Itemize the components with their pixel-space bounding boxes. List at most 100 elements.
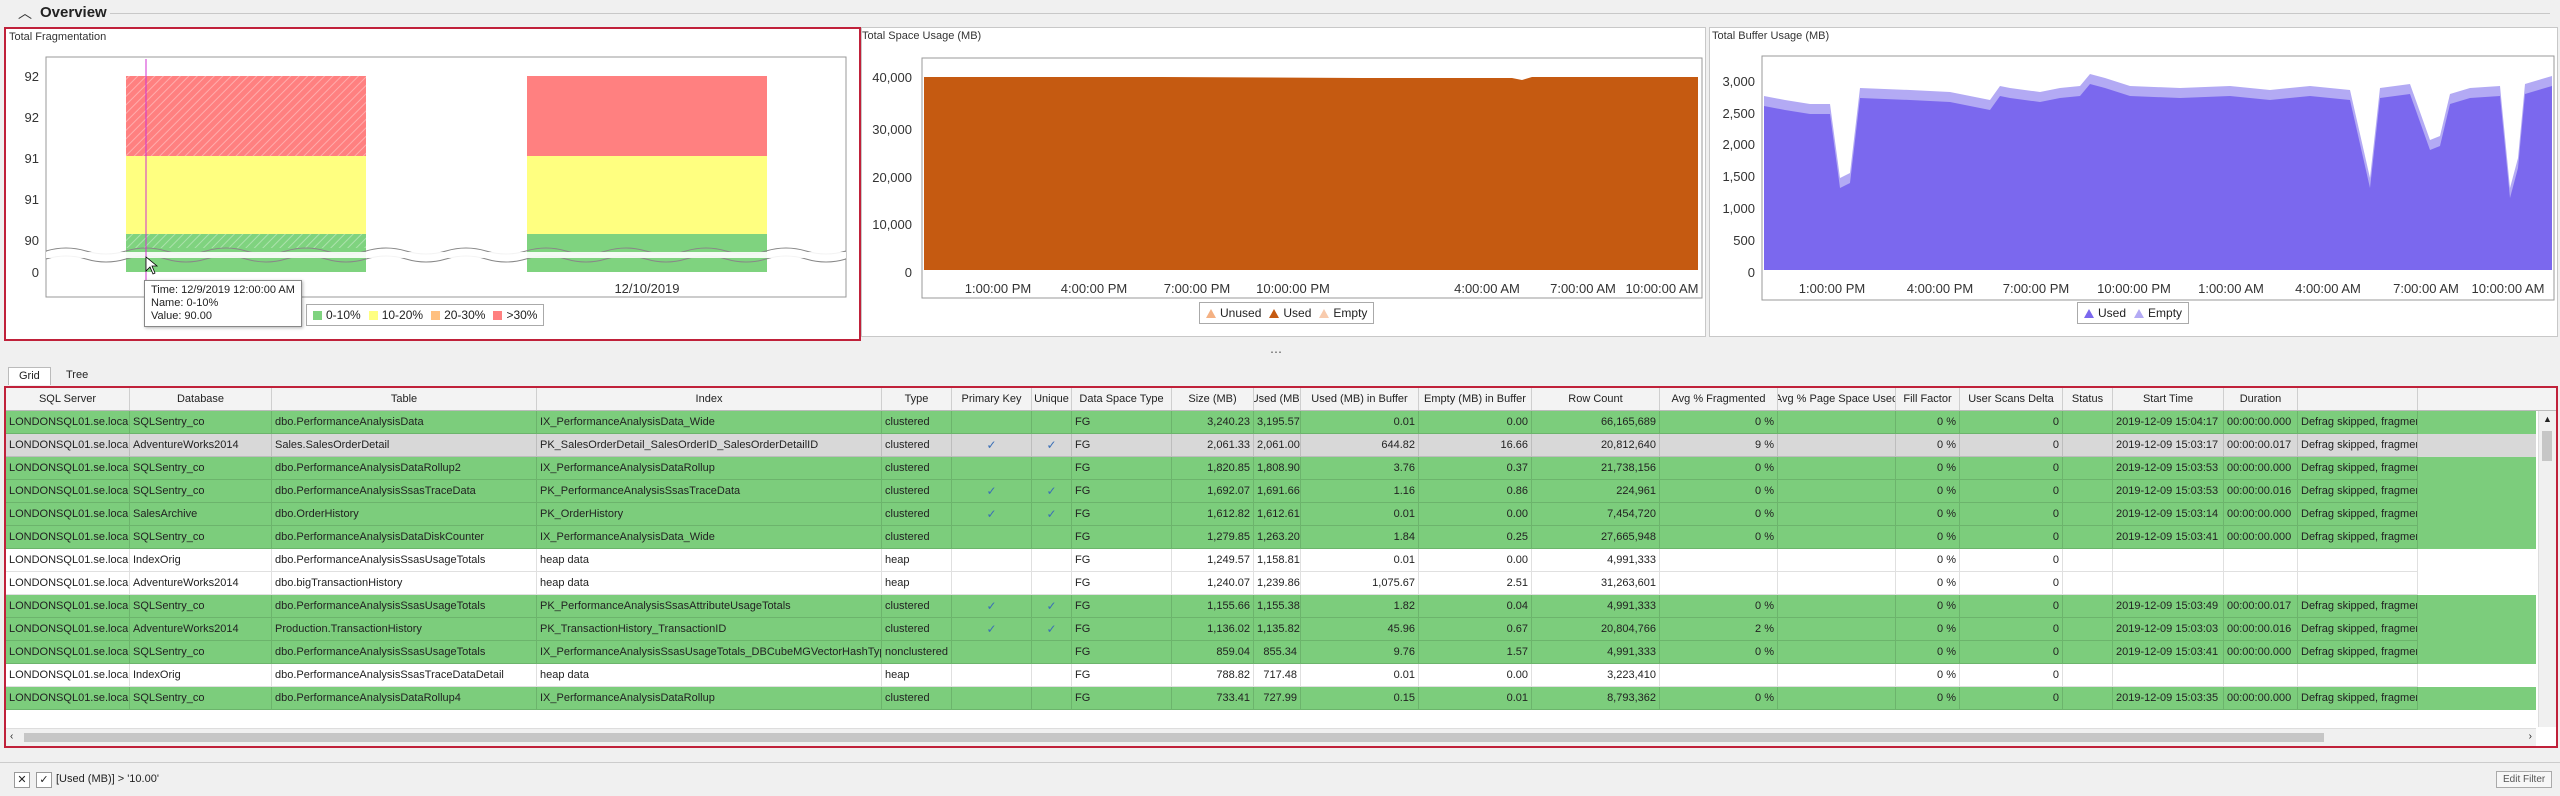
column-header[interactable]: Row Count [1532,388,1660,410]
bar-gt30[interactable] [527,76,767,156]
table-cell: 0.00 [1419,411,1532,434]
column-header[interactable]: Index [537,388,882,410]
horizontal-scroll-thumb[interactable] [24,733,2324,742]
column-header[interactable]: Table [272,388,537,410]
filter-enabled-checkbox[interactable]: ✓ [36,772,52,788]
splitter-handle[interactable]: ⋯ [1270,345,1283,359]
table-cell: IX_PerformanceAnalysisDataRollup [537,457,882,480]
table-cell: 1.82 [1301,595,1419,618]
table-row[interactable]: LONDONSQL01.se.local SQLSentry_co dbo.Perf… [6,526,2536,549]
column-header[interactable]: Avg % Fragmented [1660,388,1778,410]
column-header[interactable]: SQL Server [6,388,130,410]
table-cell: 644.82 [1301,434,1419,457]
table-cell: 1,279.85 [1172,526,1254,549]
horizontal-scrollbar[interactable]: ‹ › [6,728,2536,746]
column-header[interactable]: Empty (MB) in Buffer [1419,388,1532,410]
table-cell [1032,572,1072,595]
table-cell: 2019-12-09 15:03:53 [2113,457,2224,480]
column-header[interactable]: Database [130,388,272,410]
bar-10-20[interactable] [527,156,767,234]
table-row[interactable]: LONDONSQL01.se.local SQLSentry_co dbo.Perf… [6,457,2536,480]
scroll-up-icon[interactable]: ▲ [2543,414,2552,424]
table-cell: PK_PerformanceAnalysisSsasTraceData [537,480,882,503]
table-cell: 0 [1960,457,2063,480]
legend-item[interactable]: Empty [1319,306,1367,320]
fragmentation-chart[interactable]: 92 92 91 91 90 0 12/10/2019 [6,29,859,339]
table-cell: 0 [1960,572,2063,595]
table-row[interactable]: LONDONSQL01.se.local SalesArchive dbo.Orde… [6,503,2536,526]
table-cell: SQLSentry_co [130,526,272,549]
x-tick: 7:00:00 PM [1164,281,1231,296]
table-cell: 733.41 [1172,687,1254,710]
scroll-left-icon[interactable]: ‹ [10,731,13,742]
legend-item[interactable]: 10-20% [368,308,423,322]
tab-tree[interactable]: Tree [56,367,98,385]
table-cell [1660,664,1778,687]
table-cell: 66,165,689 [1532,411,1660,434]
close-filter-icon[interactable]: ✕ [14,772,30,788]
scroll-right-icon[interactable]: › [2529,731,2532,742]
table-row[interactable]: LONDONSQL01.se.local AdventureWorks2014 Pr… [6,618,2536,641]
table-cell: dbo.PerformanceAnalysisSsasUsageTotals [272,641,537,664]
legend-item[interactable]: Used [1269,306,1311,320]
column-header[interactable]: User Scans Delta [1960,388,2063,410]
table-row[interactable]: LONDONSQL01.se.local SQLSentry_co dbo.Perf… [6,480,2536,503]
table-cell: clustered [882,411,952,434]
triangle-icon [1206,308,1216,318]
table-row[interactable]: LONDONSQL01.se.local AdventureWorks2014 db… [6,572,2536,595]
table-cell: nonclustered [882,641,952,664]
table-cell: 1,155.66 [1172,595,1254,618]
table-row[interactable]: LONDONSQL01.se.local IndexOrig dbo.Perform… [6,664,2536,687]
column-header[interactable]: Primary Key [952,388,1032,410]
legend-item[interactable]: 20-30% [431,308,485,322]
column-header[interactable]: Type [882,388,952,410]
table-cell [1032,411,1072,434]
legend-item[interactable]: >30% [493,308,537,322]
column-header[interactable]: Start Time [2113,388,2224,410]
column-header[interactable]: Status [2063,388,2113,410]
chevron-up-icon[interactable]: ︿ [18,3,32,23]
table-row[interactable]: LONDONSQL01.se.local IndexOrig dbo.Perform… [6,549,2536,572]
buffer-usage-chart[interactable]: 3,000 2,500 2,000 1,500 1,000 500 0 1:00… [1710,28,2557,336]
table-row[interactable]: LONDONSQL01.se.local SQLSentry_co dbo.Perf… [6,641,2536,664]
bar-10-20[interactable] [126,156,366,234]
column-header[interactable] [2298,388,2418,410]
column-header[interactable]: Fill Factor [1896,388,1960,410]
column-header[interactable]: Unique [1032,388,1072,410]
table-cell: 0.04 [1419,595,1532,618]
column-header[interactable]: Used (MB) [1254,388,1301,410]
vertical-scrollbar[interactable]: ▲ [2538,411,2556,727]
table-row[interactable]: LONDONSQL01.se.local SQLSentry_co dbo.Perf… [6,595,2536,618]
vertical-scroll-thumb[interactable] [2542,431,2552,461]
table-row[interactable]: LONDONSQL01.se.local AdventureWorks2014 Sa… [6,434,2536,457]
column-header[interactable]: Used (MB) in Buffer [1301,388,1419,410]
table-cell: 1.57 [1419,641,1532,664]
table-row[interactable]: LONDONSQL01.se.local SQLSentry_co dbo.Perf… [6,687,2536,710]
edit-filter-button[interactable]: Edit Filter [2496,771,2553,788]
table-cell: 0 % [1660,641,1778,664]
legend-item[interactable]: 0-10% [313,308,361,322]
column-header[interactable]: Data Space Type [1072,388,1172,410]
legend-item[interactable]: Empty [2134,306,2182,320]
table-cell: 1,808.90 [1254,457,1301,480]
axis-break-gap [46,252,846,258]
table-cell: ✓ [1032,618,1072,641]
table-cell: heap data [537,549,882,572]
legend-item[interactable]: Unused [1206,306,1261,320]
table-cell: LONDONSQL01.se.local [6,618,130,641]
overview-header[interactable]: ︿ Overview [0,0,2560,26]
legend-item[interactable]: Used [2084,306,2126,320]
table-cell: 2 % [1660,618,1778,641]
table-row[interactable]: LONDONSQL01.se.local SQLSentry_co dbo.Perf… [6,411,2536,434]
table-cell: LONDONSQL01.se.local [6,687,130,710]
space-usage-chart[interactable]: 40,000 30,000 20,000 10,000 0 1:00:00 PM… [862,28,1705,336]
column-header[interactable]: Duration [2224,388,2298,410]
tab-grid[interactable]: Grid [8,367,51,385]
table-cell: IX_PerformanceAnalysisData_Wide [537,526,882,549]
table-cell: SalesArchive [130,503,272,526]
filter-expression[interactable]: [Used (MB)] > '10.00' [56,773,159,785]
table-cell [1032,526,1072,549]
column-header[interactable]: Size (MB) [1172,388,1254,410]
used-area[interactable] [924,77,1698,270]
column-header[interactable]: Avg % Page Space Used [1778,388,1896,410]
